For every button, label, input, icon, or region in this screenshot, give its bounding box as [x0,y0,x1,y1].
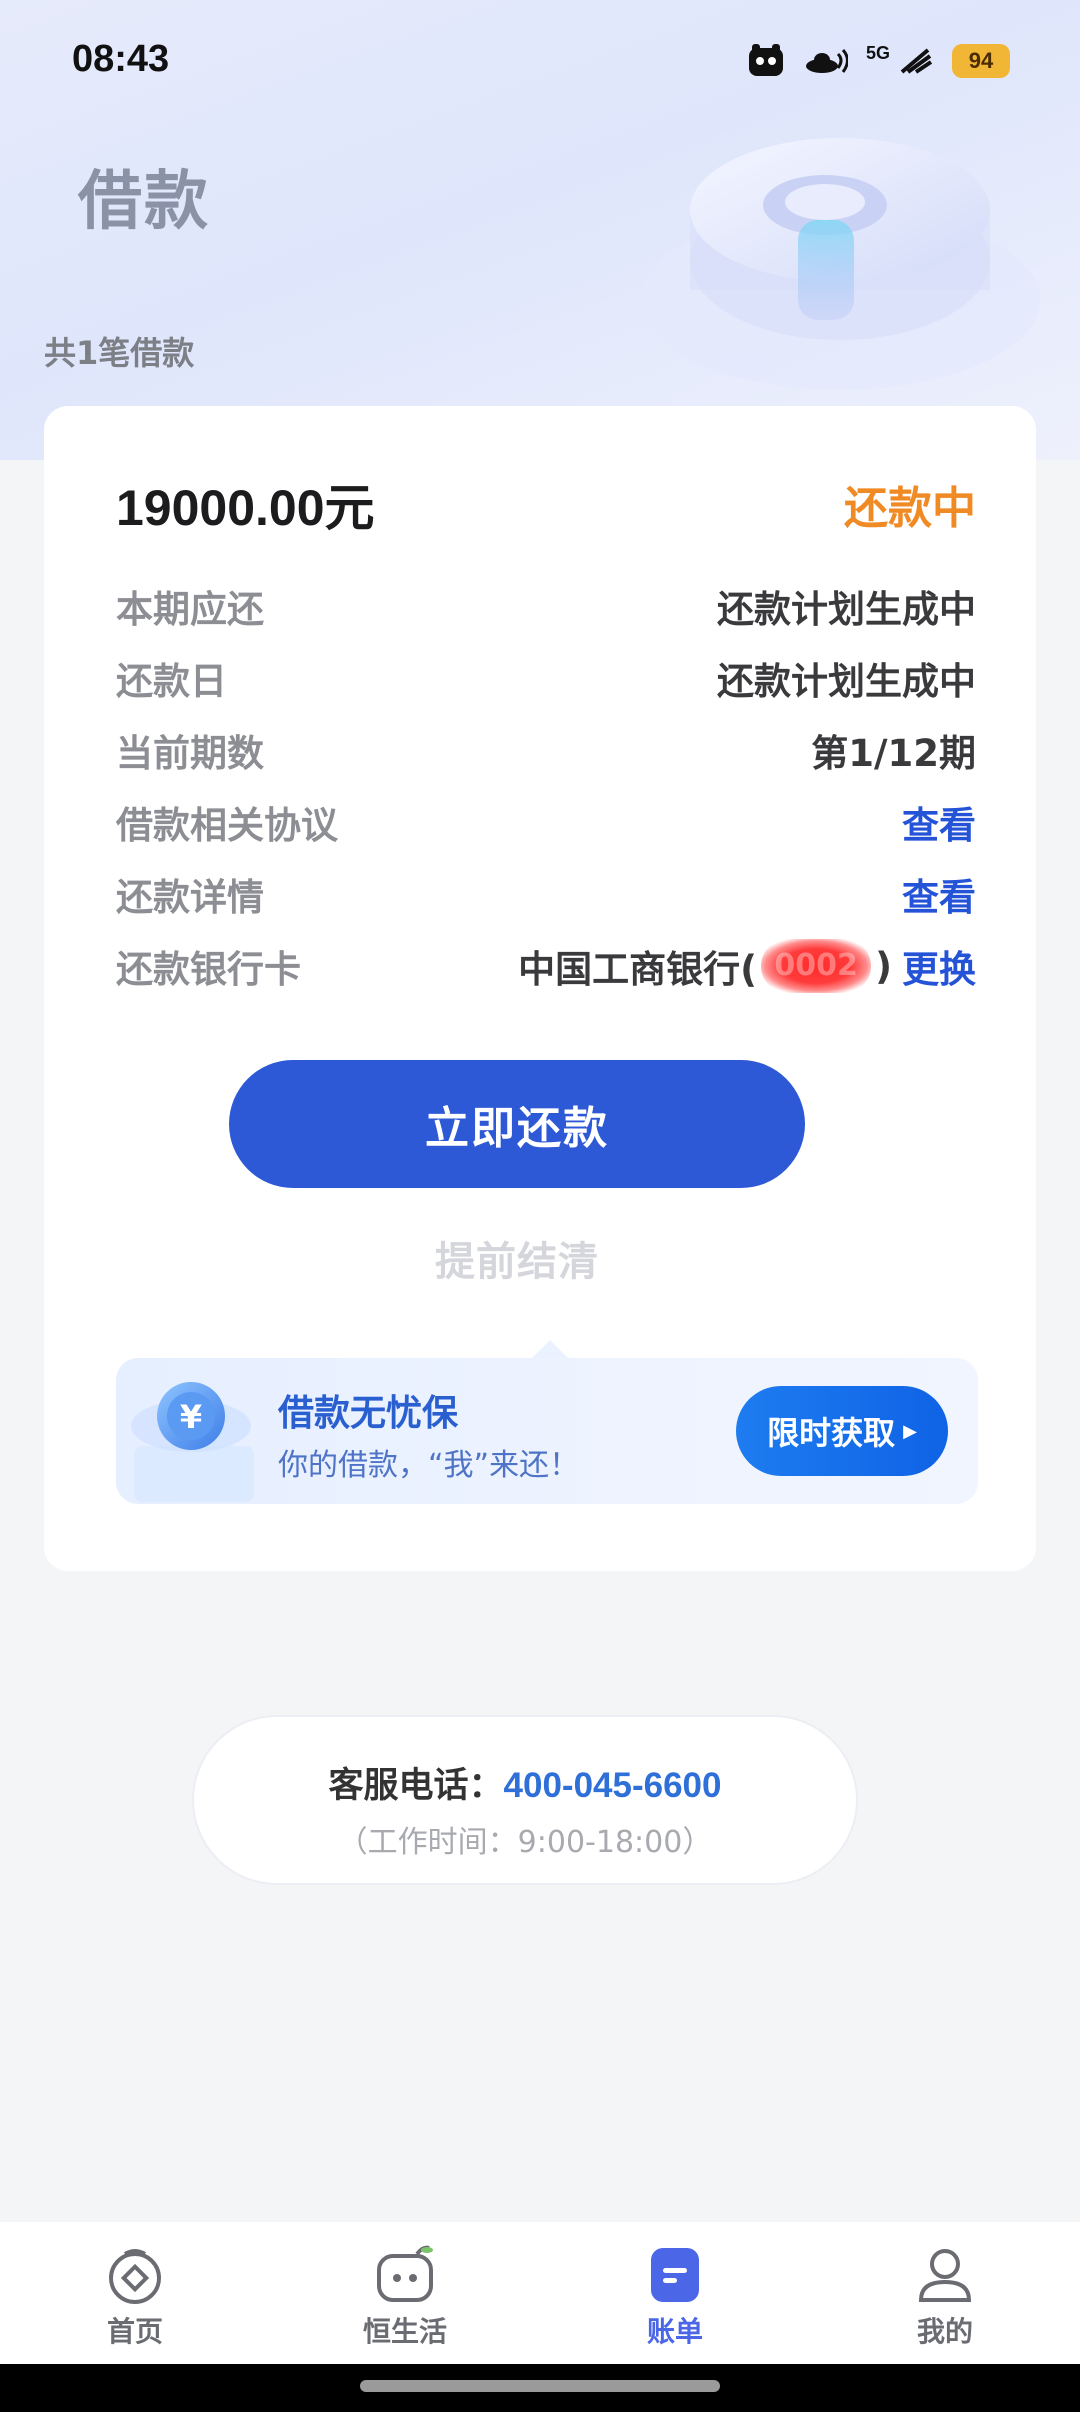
row-repayment-date: 还款日 还款计划生成中 [116,648,976,708]
tab-label: 账单 [646,2315,703,2348]
promo-button-label: 限时获取 [767,1414,896,1452]
row-label: 借款相关协议 [116,804,338,847]
tab-bill[interactable]: 账单 [540,2222,810,2364]
row-value: 第1/12期 [811,732,976,775]
page-title: 借款 [78,165,210,239]
home-indicator[interactable] [360,2380,720,2392]
row-label: 当前期数 [116,732,264,775]
tab-label: 首页 [106,2315,163,2348]
bill-icon [651,2248,699,2302]
repay-now-button[interactable]: 立即还款 [229,1060,805,1188]
app-notification-icon [746,41,786,81]
yen-coin-icon: ¥ [131,1382,254,1502]
row-label: 还款银行卡 [116,948,301,991]
service-hours: （工作时间：9:00-18:00） [337,1825,713,1860]
row-label: 还款详情 [116,876,264,919]
gesture-navigation-area [0,2364,1080,2412]
card-number-redacted: 0002 [761,939,872,993]
early-settlement-button[interactable]: 提前结清 [379,1228,655,1288]
triangle-right-icon: ▶ [903,1420,917,1442]
profile-icon [918,2249,972,2302]
view-details-link[interactable]: 查看 [902,867,976,921]
tab-label: 恒生活 [362,2315,447,2348]
row-label: 本期应还 [116,588,264,631]
loan-card: 19000.00元 还款中 本期应还 还款计划生成中 还款日 还款计划生成中 当… [44,406,1036,1571]
row-value: 还款计划生成中 [717,588,976,631]
bank-card-value: 中国工商银行( 0002 ) 更换 [518,939,976,993]
row-current-due: 本期应还 还款计划生成中 [116,576,976,636]
row-value: 还款计划生成中 [717,660,976,703]
tab-profile[interactable]: 我的 [810,2222,1080,2364]
network-type: 5G [865,42,890,63]
loan-status-badge: 还款中 [844,483,976,534]
view-agreement-link[interactable]: 查看 [902,795,976,849]
service-phone-line: 客服电话：400-045-6600 [194,1757,856,1808]
row-loan-agreement: 借款相关协议 查看 [116,792,976,852]
signal-icon [898,41,934,81]
svg-text:¥: ¥ [180,1398,202,1436]
bottom-tab-bar: 首页 恒生活 账单 我的 [0,2222,1080,2364]
service-label: 客服电话： [328,1766,504,1806]
life-icon [377,2245,433,2302]
tab-home[interactable]: 首页 [0,2222,270,2364]
loan-count: 共1笔借款 [44,334,195,372]
promo-subtitle: 你的借款，“我”来还！ [278,1448,580,1483]
hotspot-icon [804,41,848,81]
service-phone-link[interactable]: 400-045-6600 [504,1766,722,1805]
customer-service-box: 客服电话：400-045-6600 （工作时间：9:00-18:00） [192,1715,858,1885]
row-repayment-details: 还款详情 查看 [116,864,976,924]
change-card-link[interactable]: 更换 [902,939,976,993]
status-bar: 08:43 5G 94 [0,0,1080,120]
home-icon [109,2249,161,2304]
promo-banner[interactable]: ¥ 借款无忧保 你的借款，“我”来还！ 限时获取 ▶ [116,1340,978,1504]
promo-get-button[interactable]: 限时获取 ▶ [736,1386,948,1476]
promo-pointer [532,1340,568,1358]
status-time: 08:43 [72,38,170,80]
decorative-ring-illustration [640,138,1040,390]
battery-icon: 94 [952,44,1010,78]
promo-title: 借款无忧保 [278,1393,459,1434]
loan-amount: 19000.00元 [116,480,375,536]
row-label: 还款日 [116,660,227,703]
tab-label: 我的 [916,2315,973,2348]
bank-name-close: ) [875,944,892,988]
bank-name: 中国工商银行( [518,948,758,991]
row-bank-card: 还款银行卡 中国工商银行( 0002 ) 更换 [116,936,976,996]
row-current-period: 当前期数 第1/12期 [116,720,976,780]
status-icons: 5G 94 [746,38,1010,84]
tab-life[interactable]: 恒生活 [270,2222,540,2364]
